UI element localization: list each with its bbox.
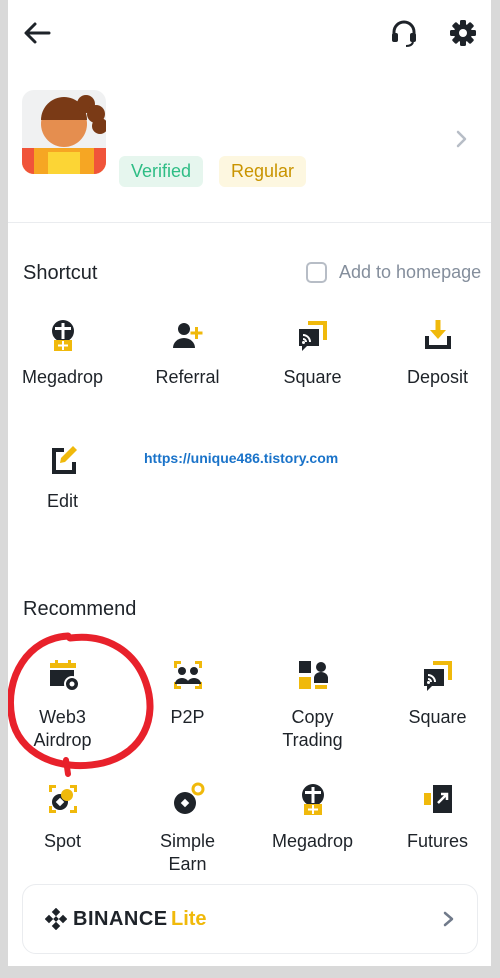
recommend-item-label: Megadrop — [271, 831, 354, 851]
verified-badge: Verified — [119, 156, 204, 187]
avatar-illustration-icon — [22, 95, 106, 174]
shortcut-item-label: Square — [283, 367, 342, 387]
shortcut-item-square[interactable]: Square — [250, 318, 375, 389]
shortcut-title: Shortcut — [23, 262, 98, 284]
futures-icon — [423, 785, 452, 813]
square-icon — [298, 321, 327, 351]
settings-screen: Verified Regular Shortcut Add to homepag… — [8, 0, 491, 966]
chevron-right-icon — [443, 911, 454, 927]
recommend-item-label: Futures — [406, 831, 469, 851]
megadrop-icon — [51, 320, 74, 351]
shortcut-item-label: Referral — [155, 367, 220, 387]
recommend-item-label: Simple Earn — [159, 831, 216, 874]
recommend-item-futures[interactable]: Futures — [375, 782, 491, 853]
shortcut-item-referral[interactable]: Referral — [125, 318, 250, 389]
recommend-item-spot[interactable]: Spot — [8, 782, 125, 853]
binance-lite-switch[interactable]: BINANCE Lite — [22, 884, 478, 954]
shortcut-item-deposit[interactable]: Deposit — [375, 318, 491, 389]
recommend-item-megadrop[interactable]: Megadrop — [250, 782, 375, 853]
recommend-item-label: Square — [408, 707, 467, 727]
simple-earn-icon — [173, 782, 204, 814]
vip-level-badge: Regular — [219, 156, 307, 187]
spot-icon — [48, 785, 77, 813]
recommend-item-simple-earn[interactable]: Simple Earn — [125, 782, 250, 876]
p2p-icon — [173, 661, 202, 689]
recommend-item-copy-trading[interactable]: Copy Trading — [250, 658, 375, 752]
recommend-item-square[interactable]: Square — [375, 658, 491, 729]
deposit-icon — [424, 320, 451, 349]
web3-airdrop-icon — [49, 660, 80, 692]
chevron-right-icon — [456, 130, 467, 148]
shortcut-item-megadrop[interactable]: Megadrop — [8, 318, 125, 389]
watermark-link: https://unique486.tistory.com — [144, 450, 339, 466]
shortcut-item-edit[interactable]: Edit — [8, 442, 125, 513]
gear-icon[interactable] — [449, 19, 477, 47]
binance-brand-text: BINANCE — [73, 908, 168, 930]
recommend-title: Recommend — [23, 598, 137, 620]
edit-icon — [51, 446, 77, 474]
top-bar — [8, 0, 491, 66]
shortcut-item-label: Megadrop — [21, 367, 104, 387]
lite-label: Lite — [171, 908, 207, 930]
shortcut-item-label: Edit — [46, 491, 79, 511]
recommend-item-web3-airdrop[interactable]: Web3 Airdrop — [8, 658, 125, 752]
checkbox[interactable] — [306, 261, 327, 283]
profile-card[interactable]: Verified Regular — [8, 80, 491, 222]
recommend-item-label: Web3 Airdrop — [33, 707, 92, 750]
recommend-item-p2p[interactable]: P2P — [125, 658, 250, 729]
recommend-item-label: Copy Trading — [282, 707, 343, 750]
copy-trading-icon — [298, 661, 328, 689]
avatar — [22, 90, 106, 174]
square-icon — [423, 661, 452, 691]
recommend-item-label: P2P — [170, 707, 205, 727]
binance-logo-icon — [45, 908, 67, 930]
shortcut-item-label: Deposit — [406, 367, 469, 387]
add-to-homepage-toggle[interactable]: Add to homepage — [306, 260, 481, 284]
divider — [8, 222, 491, 223]
megadrop-icon — [301, 784, 324, 815]
referral-icon — [172, 323, 202, 348]
recommend-item-label: Spot — [43, 831, 82, 851]
add-to-homepage-label: Add to homepage — [339, 261, 482, 282]
headset-icon[interactable] — [390, 19, 418, 47]
back-arrow-icon[interactable] — [22, 20, 52, 46]
